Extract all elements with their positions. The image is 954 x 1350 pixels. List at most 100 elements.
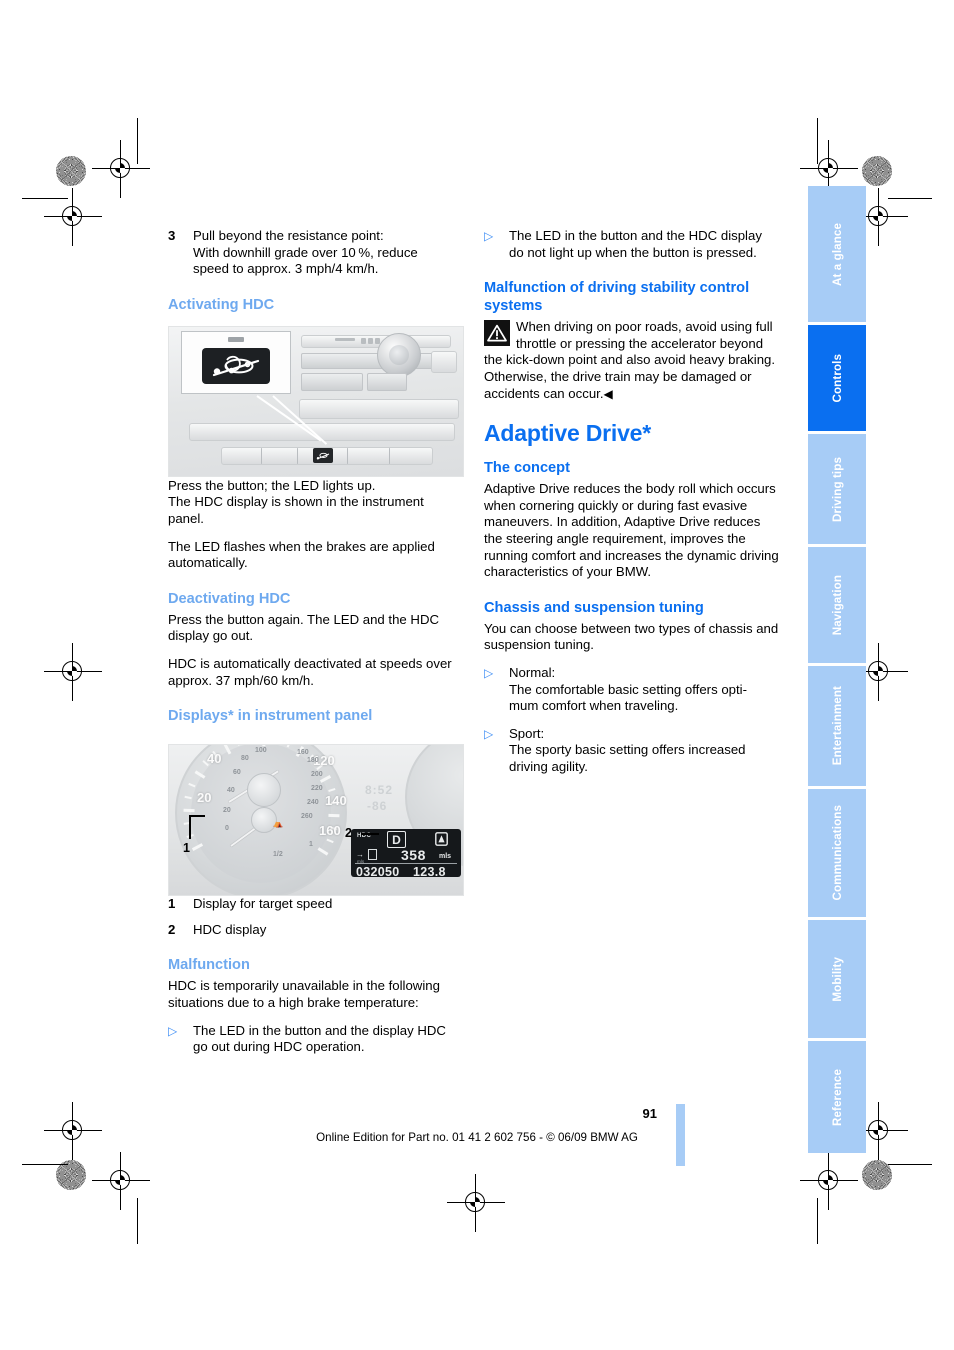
speed-number-kmh-40: 40 [227,787,235,794]
console-segment-c [368,338,373,344]
heading-deactivating-hdc: Deactivating HDC [168,590,291,607]
hdc-button-magnified[interactable] [202,348,270,384]
sidebar-tab-label: Reference [830,1068,844,1126]
lcd-up-arrow-icon [435,832,448,851]
speed-number-kmh-60: 60 [233,769,241,776]
figure-center-console-hdc-button [168,326,464,477]
sidebar-tab-mobility[interactable]: Mobility [808,920,866,1038]
sidebar-tab-label: Controls [830,353,844,403]
sidebar-tab-label: Mobility [830,956,844,1002]
console-strip-divider-4 [389,448,390,464]
speed-number-mph-160: 160 [319,823,341,838]
console-trim-right [431,351,457,373]
bullet-label: Sport: [509,725,545,741]
console-vent-row-3 [367,373,407,391]
sidebar-tab-controls[interactable]: Controls [808,325,866,431]
callout-number-1: 1 [183,841,190,855]
sidebar-tab-label: At a glance [830,222,844,286]
sidebar-tab-label: Entertainment [830,686,844,766]
inset-top-tab [228,337,244,342]
cut-line-top-right-h [888,198,932,199]
crosshair-mid-left [44,643,102,701]
speed-number-kmh-240: 240 [307,799,319,806]
lcd-trip-unit-label: mls [357,859,365,864]
cut-line-top-left-v [137,118,138,164]
crosshair-mid-right [850,643,908,701]
crosshair-bottom-left-b [92,1152,150,1210]
lcd-fuel-icon [368,849,377,860]
speedometer-hub [247,773,281,807]
callout-line-1-h [189,815,205,817]
bullet-text: Sport: The sporty basic setting offers i… [509,726,780,776]
callout-number-2: 2 [345,826,352,840]
bullet-led-no-light: ▷ The LED in the button and the HDC disp… [484,228,780,261]
heading-the-concept: The concept [484,460,570,477]
fuel-mark-1: 1 [309,841,313,848]
sidebar-tab-label: Communications [830,805,844,901]
speed-number-mph-140: 140 [325,793,347,808]
console-segment-a [335,338,355,341]
heading-activating-hdc: Activating HDC [168,296,275,313]
triangle-bullet-icon: ▷ [168,1023,178,1038]
crosshair-top-right-b [850,188,908,246]
warning-text: When driving on poor roads, avoid using … [484,319,776,401]
fuel-pump-telltale-icon: ⛺ [273,819,283,828]
temperature-display: -86 [367,799,388,813]
legend-number: 1 [168,896,176,912]
rosette-mark-top-right [862,156,892,186]
para-press-button: Press the button; the LED lights up. The … [168,477,424,526]
bullet-label: Normal: [509,664,556,680]
sidebar-tab-navigation[interactable]: Navigation [808,547,866,663]
para-malfunction: HDC is temporarily unavailable in the fo… [168,978,440,1010]
step-number: 3 [168,228,176,243]
console-trim-mid [299,399,459,419]
speed-number-kmh-260: 260 [301,813,313,820]
bullet-malfunction-led: ▷ The LED in the button and the display … [168,1023,464,1056]
sidebar-tab-label: Driving tips [830,456,844,522]
speed-number-mph-20: 20 [197,790,212,805]
footer-edition-notice: Online Edition for Part no. 01 41 2 602 … [316,1131,638,1144]
speed-number-kmh-20: 20 [223,807,231,814]
para-led-flashes: The LED flashes when the brakes are appl… [168,538,435,571]
warning-triangle-icon [484,320,510,347]
bullet-body: The comfortable basic setting offers opt… [509,681,747,714]
warning-end-mark: ◀ [603,386,613,401]
step-text: Pull beyond the resistance point: With do… [193,228,418,277]
sidebar-tab-label: Navigation [830,574,844,636]
crosshair-top-left-a [92,140,150,198]
bullet-body: The sporty basic setting offers increase… [509,742,746,774]
bullet-normal-mode: ▷ Normal: The comfortable basic setting … [484,665,780,715]
bullet-text: The LED in the button and the HDC displa… [509,228,762,260]
sidebar-tab-entertainment[interactable]: Entertainment [808,666,866,786]
figure-instrument-cluster: 20 40 120 140 160 20 40 60 80 100 160 18… [168,744,464,896]
console-strip-divider-2 [297,448,298,464]
lcd-range-arrow-icon: → [356,850,364,859]
speed-number-kmh-220: 220 [311,785,323,792]
para-chassis: You can choose between two types of chas… [484,620,779,653]
fuel-mark-0: 0 [225,825,229,832]
sidebar-tab-at-a-glance[interactable]: At a glance [808,186,866,322]
para-press-again: Press the button again. The LED and the … [168,611,439,644]
sidebar-tab-communications[interactable]: Communications [808,789,866,917]
speed-number-kmh-80: 80 [241,755,249,762]
lcd-divider [355,863,457,864]
console-strip-divider-1 [261,448,262,464]
legend-number: 2 [168,921,176,937]
legend-label: Display for target speed [193,896,333,912]
right-text-column: ▷ The LED in the button and the HDC disp… [484,228,780,786]
lcd-range-value: 358 [401,847,426,863]
cut-line-bottom-right-v [817,1198,818,1244]
hdc-button-on-console[interactable] [313,448,333,463]
crosshair-top-left-b [44,188,102,246]
legend-item-2: 2 HDC display [168,922,464,939]
bullet-text: The LED in the button and the display HD… [193,1022,446,1055]
speed-number-mph-40: 40 [207,751,222,766]
page-number: 91 [642,1106,657,1121]
console-rotary-knob[interactable] [377,333,421,377]
lcd-info-display: HDC D → 358 mls mls 032050 123.8 [351,829,461,879]
sidebar-tab-driving-tips[interactable]: Driving tips [808,434,866,544]
triangle-bullet-icon: ▷ [484,229,494,243]
cut-line-top-right-v [817,118,818,164]
lcd-gear-indicator: D [387,831,406,848]
console-strip-divider-3 [347,448,348,464]
